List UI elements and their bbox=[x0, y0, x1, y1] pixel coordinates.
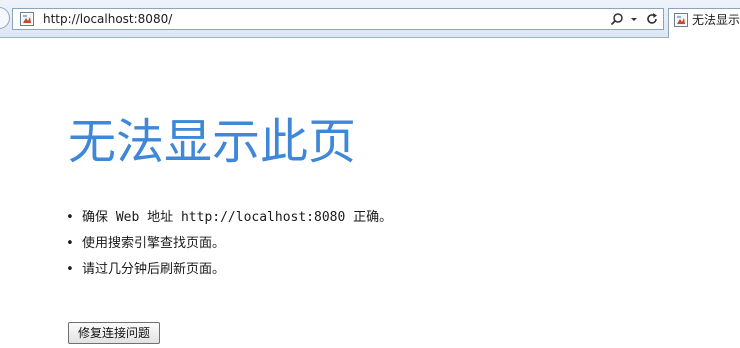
refresh-icon[interactable] bbox=[645, 12, 659, 26]
bullet: • bbox=[66, 210, 74, 225]
list-item: • 使用搜索引擎查找页面。 bbox=[66, 231, 392, 257]
page-icon bbox=[20, 12, 34, 26]
search-icon[interactable] bbox=[610, 12, 624, 26]
suggestion-text: 使用搜索引擎查找页面。 bbox=[82, 236, 226, 251]
bullet: • bbox=[66, 262, 74, 277]
list-item: • 请过几分钟后刷新页面。 bbox=[66, 257, 392, 283]
back-button[interactable] bbox=[0, 7, 10, 29]
address-bar[interactable]: http://localhost:8080/ bbox=[12, 8, 664, 30]
tab-title: 无法显示此页 bbox=[692, 13, 740, 27]
suggestion-text: 确保 Web 地址 http://localhost:8080 正确。 bbox=[82, 210, 393, 225]
browser-toolbar: http://localhost:8080/ 无法显示此页 bbox=[0, 0, 740, 38]
page-icon bbox=[674, 13, 688, 27]
list-item: • 确保 Web 地址 http://localhost:8080 正确。 bbox=[66, 205, 392, 231]
suggestion-list: • 确保 Web 地址 http://localhost:8080 正确。 • … bbox=[66, 205, 392, 283]
tab-active[interactable]: 无法显示此页 bbox=[668, 8, 740, 38]
suggestion-text: 请过几分钟后刷新页面。 bbox=[82, 262, 226, 277]
fix-connection-button[interactable]: 修复连接问题 bbox=[68, 322, 161, 344]
bullet: • bbox=[66, 236, 74, 251]
url-text[interactable]: http://localhost:8080/ bbox=[43, 12, 172, 26]
dropdown-icon[interactable] bbox=[629, 12, 639, 26]
page-title: 无法显示此页 bbox=[68, 114, 357, 170]
